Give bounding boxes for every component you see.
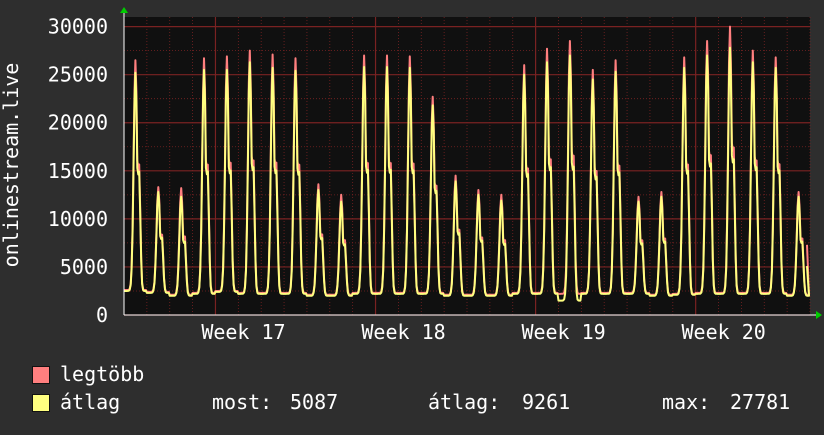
y-tick-label: 25000 xyxy=(48,63,108,87)
y-axis-label: onlinestream.live xyxy=(0,63,23,268)
y-axis-ticks: 0 5000 10000 15000 20000 25000 30000 xyxy=(48,15,108,327)
x-tick-label: Week 19 xyxy=(521,320,605,344)
x-tick-label: Week 18 xyxy=(361,320,445,344)
y-tick-label: 15000 xyxy=(48,159,108,183)
y-axis-arrow-icon xyxy=(120,7,128,13)
y-tick-label: 5000 xyxy=(60,255,108,279)
y-tick-label: 0 xyxy=(96,303,108,327)
x-tick-label: Week 17 xyxy=(201,320,285,344)
y-tick-label: 30000 xyxy=(48,15,108,39)
y-tick-label: 20000 xyxy=(48,111,108,135)
x-tick-label: Week 20 xyxy=(682,320,766,344)
chart-container: 0 5000 10000 15000 20000 25000 30000 Week 17 We… xyxy=(0,0,824,430)
chart-svg: 050001000015000200002500030000 Week 17 We… xyxy=(0,7,822,344)
y-tick-label: 10000 xyxy=(48,207,108,231)
x-axis-ticks: Week 17 Week 18 Week 19 Week 20 xyxy=(201,320,765,344)
x-axis-arrow-icon xyxy=(816,311,822,319)
